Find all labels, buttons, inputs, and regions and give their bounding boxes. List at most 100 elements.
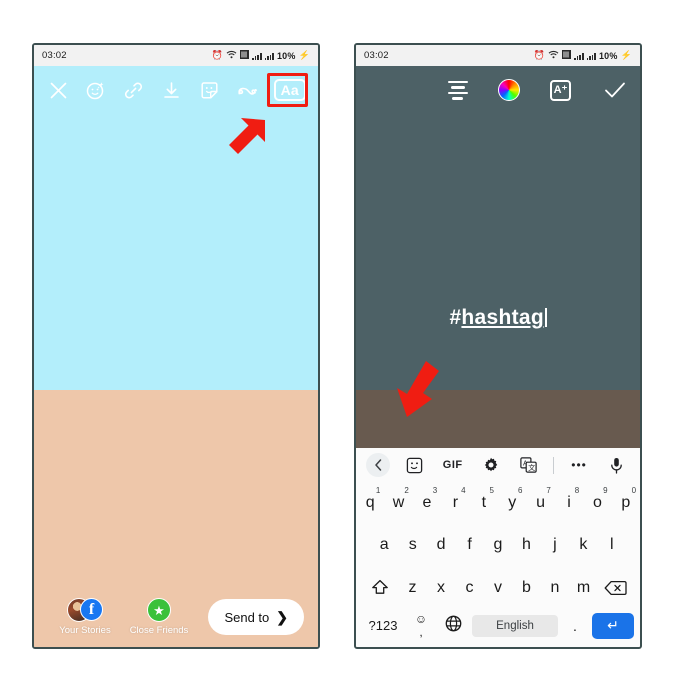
- sticker-icon[interactable]: [198, 78, 222, 102]
- status-bar-right: 03:02 ⏰ 10% ⚡: [356, 45, 640, 66]
- svg-text:文: 文: [528, 463, 535, 472]
- key-p[interactable]: p0: [612, 482, 640, 524]
- key-number: 5: [489, 486, 494, 495]
- key-k[interactable]: k: [569, 524, 597, 566]
- key-h[interactable]: h: [512, 524, 540, 566]
- signal-icon: [264, 52, 274, 60]
- key-u[interactable]: u7: [526, 482, 554, 524]
- key-number: 2: [404, 486, 409, 495]
- comma-label: ,: [419, 624, 423, 639]
- phone-right-text-editor: 03:02 ⏰ 10% ⚡ A⁺ #hashtag GIF A 文 ••• q …: [354, 43, 642, 649]
- key-label: u: [536, 494, 546, 512]
- charging-bolt-icon: ⚡: [620, 50, 632, 60]
- story-toolbar: Aa: [34, 66, 318, 114]
- key-label: r: [452, 494, 459, 512]
- done-check-icon[interactable]: [604, 81, 626, 99]
- key-label: i: [567, 494, 571, 512]
- key-a[interactable]: a: [370, 524, 398, 566]
- key-z[interactable]: z: [398, 567, 427, 609]
- key-number: 7: [546, 486, 551, 495]
- gif-icon[interactable]: GIF: [440, 452, 466, 478]
- text-editor-canvas[interactable]: A⁺ #hashtag #HASHTAG #HASHTAGS #HASHTAGF…: [356, 66, 640, 647]
- text-effects-icon[interactable]: A⁺: [550, 79, 571, 101]
- enter-key[interactable]: ↵: [592, 612, 634, 639]
- key-number: 3: [432, 486, 438, 495]
- hashtag-prefix: #: [449, 306, 462, 329]
- keyboard-row-4: ?123 ☺ , English . ↵: [356, 609, 640, 643]
- story-canvas[interactable]: Aa f Your Stories ★ Close Friends Send t…: [34, 66, 318, 647]
- sim-icon: [240, 50, 250, 61]
- key-t[interactable]: t5: [470, 482, 498, 524]
- your-stories-destination[interactable]: f Your Stories: [48, 598, 122, 636]
- status-icons: ⏰ 10% ⚡: [212, 50, 310, 61]
- more-options-icon[interactable]: •••: [566, 452, 592, 478]
- on-screen-keyboard: GIF A文 ••• q1 w2 e3 r 4 t 5 y 6 u 7 i 8 …: [356, 448, 640, 647]
- text-align-icon[interactable]: [448, 80, 468, 100]
- key-m[interactable]: m: [569, 567, 598, 609]
- toolbar-divider: [553, 456, 555, 474]
- hashtag-text-input[interactable]: #hashtag: [356, 306, 640, 330]
- key-y[interactable]: y6: [498, 482, 526, 524]
- key-e[interactable]: e3: [413, 482, 441, 524]
- emoji-comma-key[interactable]: ☺ ,: [408, 613, 434, 638]
- sticker-icon[interactable]: [402, 452, 428, 478]
- send-to-button[interactable]: Send to ❯: [208, 599, 304, 635]
- key-f[interactable]: f: [455, 524, 483, 566]
- key-n[interactable]: n: [541, 567, 570, 609]
- key-r[interactable]: r4: [441, 482, 469, 524]
- key-d[interactable]: d: [427, 524, 455, 566]
- key-w[interactable]: w2: [384, 482, 412, 524]
- key-q[interactable]: q1: [356, 482, 384, 524]
- text-tool-wrapper: Aa: [266, 72, 308, 107]
- screenshot-stage: 03:02 ⏰ 10% ⚡ Aa f Your Stories ★ Close …: [0, 0, 675, 689]
- key-number: 6: [517, 486, 523, 495]
- download-icon[interactable]: [160, 78, 184, 102]
- key-label: t: [481, 494, 487, 512]
- microphone-icon[interactable]: [604, 452, 630, 478]
- language-globe-key[interactable]: [438, 615, 468, 636]
- text-tool-button[interactable]: Aa: [273, 78, 306, 102]
- key-l[interactable]: l: [598, 524, 626, 566]
- key-number: 0: [631, 486, 637, 495]
- keyboard-back-icon[interactable]: [366, 453, 390, 477]
- translate-icon[interactable]: A文: [515, 452, 541, 478]
- facebook-icon: f: [80, 598, 103, 621]
- draw-icon[interactable]: [236, 78, 260, 102]
- settings-gear-icon[interactable]: [478, 452, 504, 478]
- close-friends-destination[interactable]: ★ Close Friends: [122, 598, 196, 636]
- battery-percent: 10%: [276, 50, 296, 61]
- key-label: e: [422, 494, 432, 512]
- battery-percent: 10%: [598, 50, 618, 61]
- shift-key[interactable]: [362, 567, 398, 609]
- key-label: y: [508, 494, 517, 512]
- link-icon[interactable]: [122, 78, 146, 102]
- symbols-key[interactable]: ?123: [362, 618, 404, 633]
- key-s[interactable]: s: [398, 524, 426, 566]
- arrow-pointing-to-text-tool: [221, 116, 269, 169]
- key-label: q: [365, 494, 375, 512]
- wifi-icon: [548, 50, 559, 61]
- effects-icon[interactable]: [84, 78, 108, 102]
- close-icon[interactable]: [46, 78, 70, 102]
- story-background-top: [34, 66, 318, 390]
- color-wheel-icon[interactable]: [498, 79, 520, 101]
- key-v[interactable]: v: [484, 567, 513, 609]
- wifi-icon: [226, 50, 237, 61]
- key-c[interactable]: c: [455, 567, 484, 609]
- key-o[interactable]: o9: [583, 482, 611, 524]
- story-share-bar: f Your Stories ★ Close Friends Send to ❯: [34, 587, 318, 647]
- period-key[interactable]: .: [562, 618, 588, 634]
- space-key[interactable]: English: [472, 614, 558, 637]
- key-label: p: [621, 494, 631, 512]
- key-x[interactable]: x: [427, 567, 456, 609]
- key-g[interactable]: g: [484, 524, 512, 566]
- status-time: 03:02: [364, 50, 389, 61]
- signal-icon: [252, 52, 262, 60]
- status-bar-left: 03:02 ⏰ 10% ⚡: [34, 45, 318, 66]
- sim-icon: [562, 50, 572, 61]
- backspace-key[interactable]: [598, 567, 634, 609]
- key-b[interactable]: b: [512, 567, 541, 609]
- your-stories-label: Your Stories: [59, 625, 111, 636]
- key-i[interactable]: i8: [555, 482, 583, 524]
- key-j[interactable]: j: [541, 524, 569, 566]
